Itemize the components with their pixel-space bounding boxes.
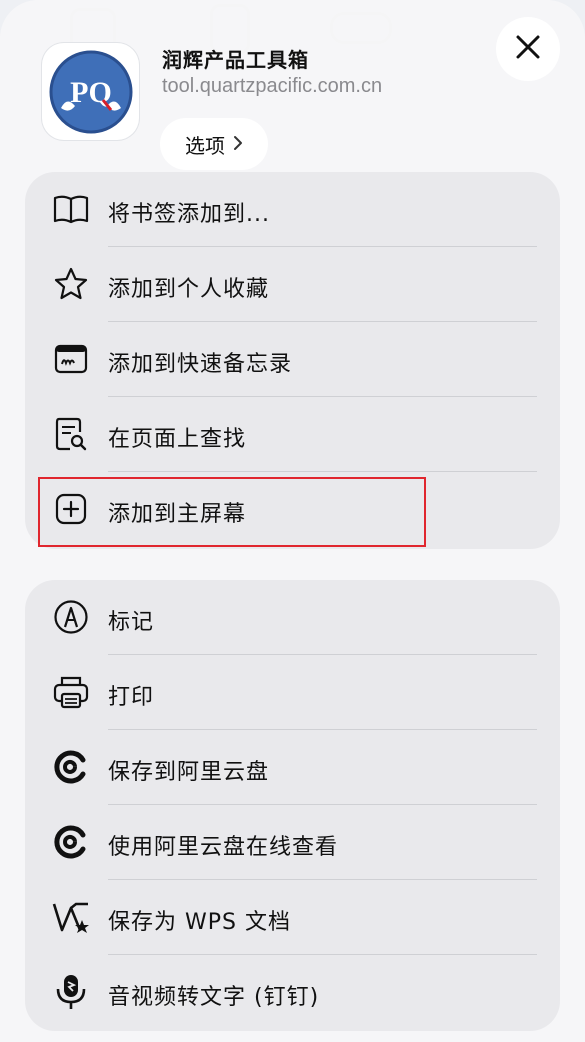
aliyun-drive-icon [51,747,91,787]
aliyun-drive-icon [51,822,91,862]
menu-item-label: 音视频转文字 (钉钉) [108,985,320,1010]
menu-item-label: 添加到个人收藏 [108,277,270,302]
site-url: tool.quartzpacific.com.cn [162,75,383,97]
highlight-box [38,477,426,547]
menu-item-quick-note[interactable]: 添加到快速备忘录 [25,322,560,397]
options-button[interactable]: 选项 [160,118,268,170]
menu-item-label: 保存为 WPS 文档 [108,910,291,935]
menu-item-add-bookmark[interactable]: 将书签添加到... [25,172,560,247]
book-icon [51,189,91,229]
menu-item-label: 添加到快速备忘录 [108,352,293,377]
menu-item-markup[interactable]: 标记 [25,580,560,655]
dingtalk-mic-icon [51,972,91,1012]
menu-item-add-favorite[interactable]: 添加到个人收藏 [25,247,560,322]
menu-item-save-wps[interactable]: 保存为 WPS 文档 [25,880,560,955]
chevron-right-icon [233,132,243,156]
share-sheet: PQ 润辉产品工具箱 tool.quartzpacific.com.cn 选项 … [0,0,585,1042]
actions-group-secondary: 标记 打印 保存到阿里云盘 使用阿里云盘在线查看 保存为 WPS 文档 音视频转… [25,580,560,1031]
menu-item-find-on-page[interactable]: 在页面上查找 [25,397,560,472]
printer-icon [51,672,91,712]
menu-item-label: 标记 [108,610,155,635]
find-in-page-icon [51,414,91,454]
menu-item-view-aliyun-drive[interactable]: 使用阿里云盘在线查看 [25,805,560,880]
menu-item-dingtalk-transcribe[interactable]: 音视频转文字 (钉钉) [25,955,560,1030]
menu-item-save-aliyun-drive[interactable]: 保存到阿里云盘 [25,730,560,805]
site-title: 润辉产品工具箱 [162,48,309,72]
star-icon [51,264,91,304]
menu-item-label: 打印 [108,685,155,710]
menu-item-label: 在页面上查找 [108,427,247,452]
site-icon: PQ [42,43,139,140]
menu-item-label: 将书签添加到... [108,202,270,227]
menu-item-print[interactable]: 打印 [25,655,560,730]
options-label: 选项 [185,133,225,158]
close-icon [515,34,541,64]
markup-icon [51,597,91,637]
menu-item-label: 使用阿里云盘在线查看 [108,835,339,860]
wps-icon [51,897,91,937]
close-button[interactable] [496,17,560,81]
quick-note-icon [51,339,91,379]
menu-item-label: 保存到阿里云盘 [108,760,270,785]
